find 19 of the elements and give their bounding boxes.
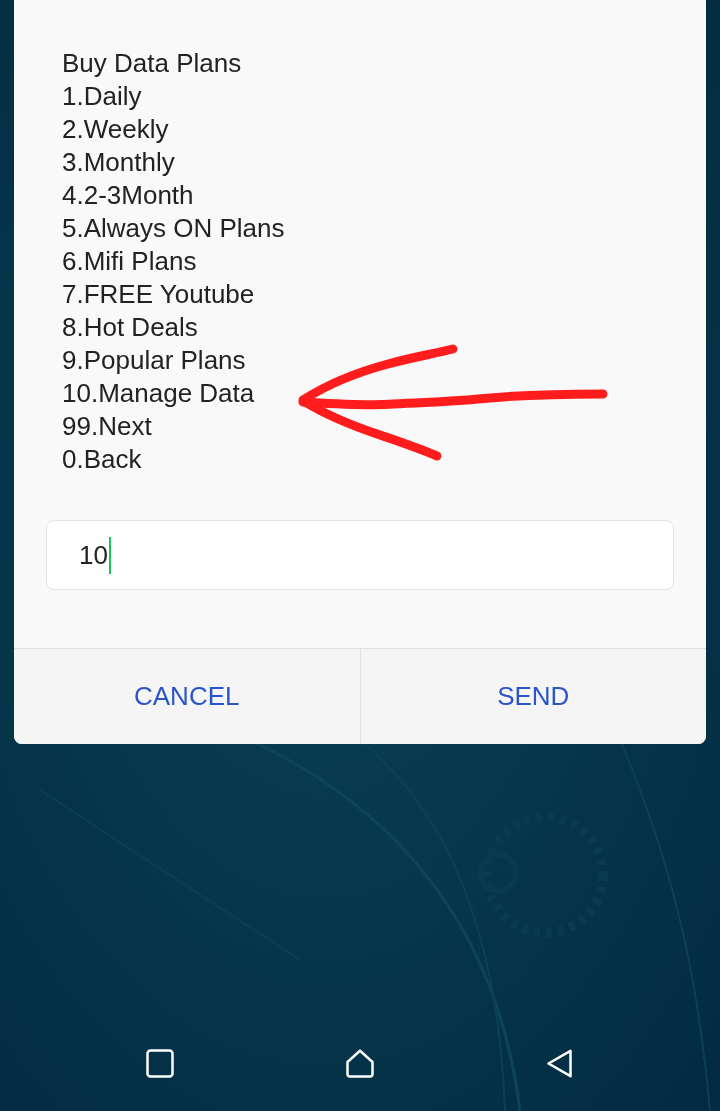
send-button[interactable]: SEND <box>359 649 706 744</box>
message-title: Buy Data Plans <box>62 47 242 80</box>
menu-option: 5.Always ON Plans <box>62 212 285 245</box>
menu-option: 2.Weekly <box>62 113 169 146</box>
menu-option: 6.Mifi Plans <box>62 245 197 278</box>
menu-option: 4.2-3Month <box>62 179 194 212</box>
menu-option: 0.Back <box>62 443 142 476</box>
menu-option: 99.Next <box>62 410 152 443</box>
input-field[interactable]: 10 <box>46 520 674 590</box>
menu-option: 10.Manage Data <box>62 377 255 410</box>
cancel-button[interactable]: CANCEL <box>14 649 360 744</box>
home-icon <box>346 1048 374 1078</box>
menu-option: 7.FREE Youtube <box>62 278 255 311</box>
square-icon <box>146 1048 174 1078</box>
menu-option: 8.Hot Deals <box>62 311 198 344</box>
menu-option: 1.Daily <box>62 80 142 113</box>
back-icon <box>546 1048 574 1078</box>
menu-option: 9.Popular Plans <box>62 344 246 377</box>
menu-option: 3.Monthly <box>62 146 175 179</box>
